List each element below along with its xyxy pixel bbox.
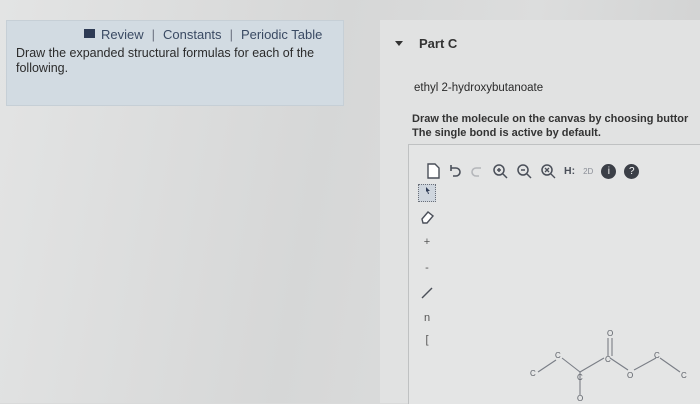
atom-label: C [681, 371, 687, 380]
atom-label: C [577, 373, 583, 382]
molecule-drawing[interactable]: C C C C O O C C O [0, 0, 700, 403]
atom-label: C [605, 355, 611, 364]
atom-label: O [607, 329, 613, 338]
atom-label: O [577, 394, 583, 403]
atom-label: O [627, 371, 633, 380]
atom-label: C [654, 351, 660, 360]
atom-label: C [530, 369, 536, 378]
atom-label: C [555, 351, 561, 360]
